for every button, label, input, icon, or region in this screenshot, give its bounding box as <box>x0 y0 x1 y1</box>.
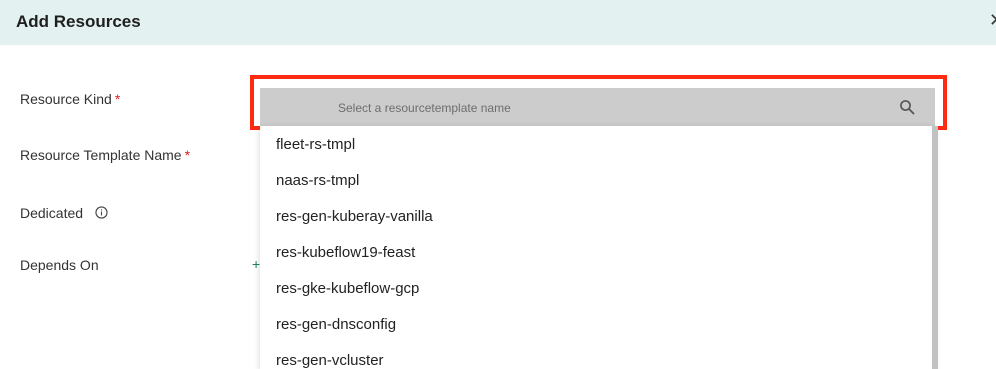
close-icon[interactable]: ✕ <box>989 10 996 30</box>
dropdown-option[interactable]: fleet-rs-tmpl <box>276 136 355 153</box>
resource-template-name-label: Resource Template Name * <box>20 147 190 163</box>
dropdown-option[interactable]: res-kubeflow19-feast <box>276 244 415 261</box>
resource-template-search-input[interactable]: Select a resourcetemplate name <box>260 88 935 126</box>
resource-template-dropdown-list: fleet-rs-tmpl naas-rs-tmpl res-gen-kuber… <box>260 126 935 369</box>
dropdown-option[interactable]: naas-rs-tmpl <box>276 172 359 189</box>
dropdown-option[interactable]: res-gen-vcluster <box>276 352 384 369</box>
dropdown-option[interactable]: res-gke-kubeflow-gcp <box>276 280 419 297</box>
resource-kind-label-text: Resource Kind <box>20 91 112 107</box>
dedicated-label: Dedicated <box>20 205 84 221</box>
dialog-header: Add Resources ✕ <box>0 0 996 45</box>
resource-template-name-label-text: Resource Template Name <box>20 147 182 163</box>
depends-on-label: Depends On <box>20 257 99 273</box>
resource-kind-label: Resource Kind * <box>20 91 120 107</box>
add-dependency-icon[interactable]: + <box>252 256 260 272</box>
search-icon[interactable] <box>899 99 915 115</box>
search-placeholder: Select a resourcetemplate name <box>338 101 511 115</box>
dropdown-scrollbar[interactable] <box>932 126 938 369</box>
required-marker: * <box>184 147 191 163</box>
dropdown-option[interactable]: res-gen-kuberay-vanilla <box>276 208 433 225</box>
info-icon[interactable] <box>95 206 108 219</box>
add-resources-dialog: Add Resources ✕ Resource Kind* Resource … <box>0 0 996 369</box>
dropdown-option[interactable]: res-gen-dnsconfig <box>276 316 396 333</box>
required-marker: * <box>114 91 121 107</box>
dialog-title: Add Resources <box>16 12 141 31</box>
